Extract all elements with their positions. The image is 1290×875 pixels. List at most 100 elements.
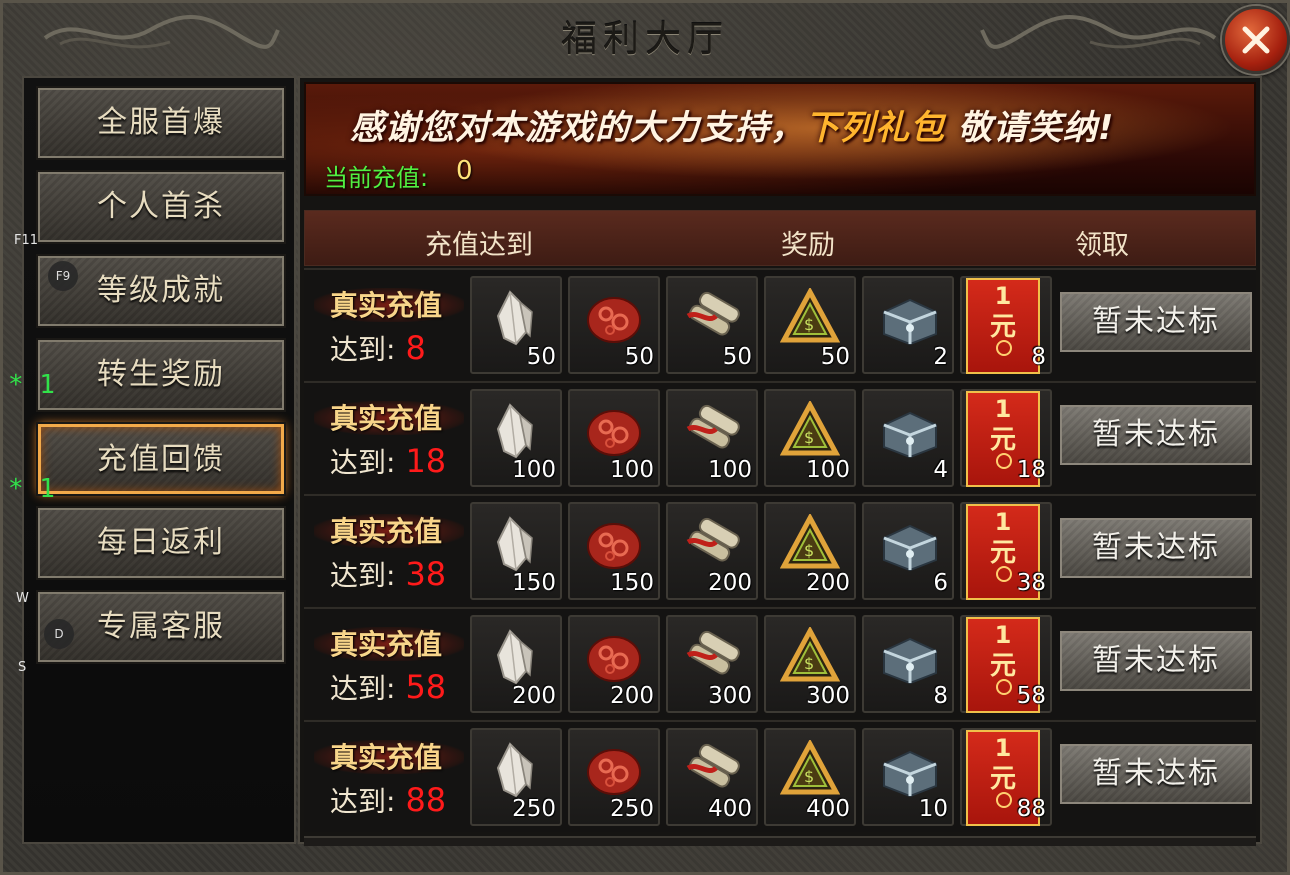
sidebar-item-daily-rebate[interactable]: 每日返利 <box>36 506 286 580</box>
reward-slot[interactable]: 150 <box>568 502 660 600</box>
current-recharge-label: 当前充值: <box>324 164 429 192</box>
card-bottom: 元 <box>989 538 1016 568</box>
reward-slot[interactable]: 200 <box>666 502 758 600</box>
requirement-line: 达到: 18 <box>330 441 446 481</box>
reward-slot[interactable]: 50 <box>470 276 562 374</box>
seal-icon <box>996 340 1012 356</box>
reward-qty: 58 <box>1016 683 1046 709</box>
hotkey-f9: F9 <box>48 261 78 291</box>
reward-slot[interactable]: 250 <box>568 728 660 826</box>
header-reward: 奖励 <box>781 230 835 261</box>
reward-qty: 100 <box>610 457 654 483</box>
sidebar-item-personal-first-kill[interactable]: 个人首杀 <box>36 170 286 244</box>
requirement-amount: 88 <box>405 781 447 819</box>
reward-qty: 100 <box>708 457 752 483</box>
hotkey-s: S <box>18 660 27 675</box>
sidebar-item-label: 每日返利 <box>97 525 225 560</box>
reward-qty: 250 <box>512 796 556 822</box>
reward-qty: 50 <box>624 344 654 370</box>
sidebar-item-recharge-reward[interactable]: 充值回馈 <box>36 422 286 496</box>
reward-qty: 10 <box>918 796 948 822</box>
requirement-line: 达到: 38 <box>330 554 446 594</box>
reward-slot[interactable]: $300 <box>764 615 856 713</box>
reward-qty: 38 <box>1016 570 1046 596</box>
reward-slot[interactable]: 1 元 58 <box>960 615 1052 713</box>
reward-slot[interactable]: $50 <box>764 276 856 374</box>
reward-qty: 200 <box>708 570 752 596</box>
reward-qty: 200 <box>512 683 556 709</box>
reward-qty: 8 <box>1031 344 1046 370</box>
sidebar-item-exclusive-service[interactable]: 专属客服 <box>36 590 286 664</box>
seal-icon <box>996 566 1012 582</box>
requirement-title: 真实充值 <box>330 628 443 661</box>
sidebar-item-label: 等级成就 <box>97 273 225 308</box>
reward-slot[interactable]: $100 <box>764 389 856 487</box>
reward-slot[interactable]: 6 <box>862 502 954 600</box>
red-envelope-icon: 1元 <box>966 278 1040 374</box>
title-bar: 福利大厅 <box>0 0 1290 74</box>
requirement-cell: 真实充值 达到: 38 <box>314 510 474 594</box>
banner-text: 感谢您对本游戏的大力支持，下列礼包 敬请笑纳! <box>350 100 1114 149</box>
reward-slot[interactable]: 4 <box>862 389 954 487</box>
reward-slot[interactable]: 50 <box>666 276 758 374</box>
claim-button[interactable]: 暂未达标 <box>1060 292 1252 352</box>
reward-slot[interactable]: 1元8 <box>960 276 1052 374</box>
reward-slot[interactable]: 100 <box>568 389 660 487</box>
requirement-amount: 58 <box>405 668 447 706</box>
reward-slot[interactable]: $200 <box>764 502 856 600</box>
requirement-title: 真实充值 <box>330 741 443 774</box>
requirement-cell: 真实充值 达到: 18 <box>314 397 474 481</box>
requirement-prefix: 达到: <box>330 333 396 366</box>
sidebar-item-label: 充值回馈 <box>97 442 225 477</box>
seal-icon <box>996 453 1012 469</box>
reward-slot[interactable]: 10 <box>862 728 954 826</box>
claim-button[interactable]: 暂未达标 <box>1060 631 1252 691</box>
reward-slot[interactable]: 2 <box>862 276 954 374</box>
requirement-prefix: 达到: <box>330 672 396 705</box>
table-row: 真实充值达到: 58 200 200 300 $300 8 1 元 58 暂未达标 <box>304 607 1256 719</box>
reward-qty: 250 <box>610 796 654 822</box>
sidebar-item-label: 专属客服 <box>97 609 225 644</box>
banner-text-part2: 敬请笑纳! <box>945 108 1115 148</box>
reward-slot[interactable]: 1 元 18 <box>960 389 1052 487</box>
close-button[interactable] <box>1222 6 1290 74</box>
reward-slot[interactable]: 300 <box>666 615 758 713</box>
reward-slot[interactable]: 200 <box>568 615 660 713</box>
sidebar-item-rebirth-reward[interactable]: 转生奖励 <box>36 338 286 412</box>
reward-slot[interactable]: 1 元 38 <box>960 502 1052 600</box>
claim-button[interactable]: 暂未达标 <box>1060 744 1252 804</box>
reward-slot[interactable]: 150 <box>470 502 562 600</box>
reward-slot[interactable]: 250 <box>470 728 562 826</box>
seal-icon <box>996 792 1012 808</box>
reward-slot[interactable]: 400 <box>666 728 758 826</box>
requirement-amount: 38 <box>405 555 447 593</box>
reward-qty: 200 <box>610 683 654 709</box>
seal-icon <box>996 679 1012 695</box>
requirement-amount: 8 <box>405 329 426 367</box>
reward-slot[interactable]: 200 <box>470 615 562 713</box>
header-requirement: 充值达到 <box>425 230 533 261</box>
reward-slot[interactable]: 100 <box>470 389 562 487</box>
reward-slot[interactable]: 100 <box>666 389 758 487</box>
reward-qty: 100 <box>806 457 850 483</box>
sidebar-item-server-first-drop[interactable]: 全服首爆 <box>36 86 286 160</box>
reward-slot[interactable]: 1 元 88 <box>960 728 1052 826</box>
requirement-prefix: 达到: <box>330 446 396 479</box>
reward-qty: 50 <box>526 344 556 370</box>
sidebar-item-label: 转生奖励 <box>97 357 225 392</box>
reward-slot[interactable]: 8 <box>862 615 954 713</box>
sidebar-item-label: 全服首爆 <box>97 105 225 140</box>
marker-1: * 1 <box>8 370 55 400</box>
reward-qty: 88 <box>1016 796 1046 822</box>
reward-qty: 100 <box>512 457 556 483</box>
reward-slot[interactable]: 50 <box>568 276 660 374</box>
svg-text:$: $ <box>804 315 814 334</box>
table-row: 真实充值 达到: 18 100 100 100 $100 4 1 元 18 暂未达标 <box>304 381 1256 493</box>
reward-slot[interactable]: $400 <box>764 728 856 826</box>
card-bottom: 元 <box>989 425 1016 455</box>
claim-button[interactable]: 暂未达标 <box>1060 405 1252 465</box>
requirement-prefix: 达到: <box>330 559 396 592</box>
card-bottom: 元 <box>989 312 1016 342</box>
claim-button[interactable]: 暂未达标 <box>1060 518 1252 578</box>
table-row: 真实充值 达到: 38 150 150 200 $200 6 1 元 38 暂未达标 <box>304 494 1256 606</box>
